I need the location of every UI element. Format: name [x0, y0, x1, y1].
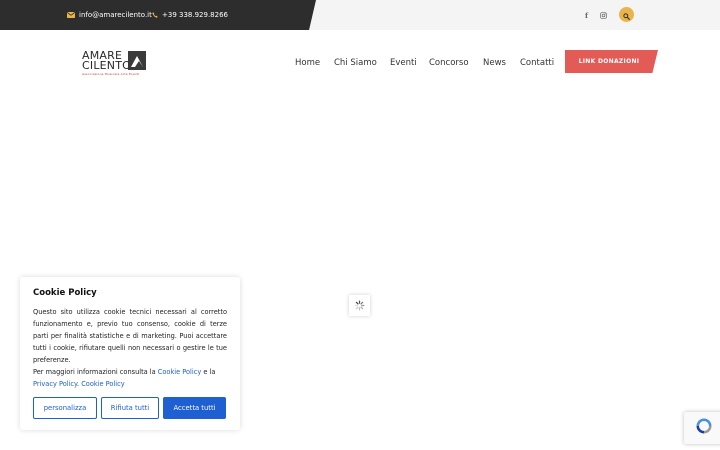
- spinner-icon: [354, 296, 365, 315]
- nav-item-contatti[interactable]: Contatti: [520, 55, 554, 71]
- cookie-links-and: e la: [203, 368, 216, 376]
- cookie-description: Questo sito utilizza cookie tecnici nece…: [33, 308, 227, 364]
- cookie-policy-link-2[interactable]: Cookie Policy: [81, 380, 124, 388]
- cookie-policy-link[interactable]: Cookie Policy: [158, 368, 201, 376]
- recaptcha-icon: [694, 416, 714, 440]
- customize-button[interactable]: personalizza: [33, 397, 97, 419]
- nav-item-chi-siamo[interactable]: Chi Siamo: [334, 55, 377, 71]
- search-button[interactable]: [619, 7, 634, 22]
- logo-mark-icon: [128, 51, 146, 70]
- cookie-banner: Cookie Policy Questo sito utilizza cooki…: [20, 277, 240, 430]
- cookie-links-prefix: Per maggiori informazioni consulta la: [33, 368, 156, 376]
- nav-item-home[interactable]: Home: [295, 55, 320, 71]
- phone-text: +39 338.929.8266: [162, 11, 228, 19]
- recaptcha-badge[interactable]: [684, 412, 720, 444]
- logo-line-2: CILENTO: [82, 59, 132, 72]
- cookie-links: Per maggiori informazioni consulta la Co…: [33, 368, 216, 388]
- donate-button[interactable]: LINK DONAZIONI: [565, 50, 658, 73]
- site-logo[interactable]: AMARE CILENTO Associazione Musicale Arte…: [82, 50, 148, 78]
- reject-all-button[interactable]: Rifiuta tutti: [101, 397, 159, 419]
- privacy-policy-link[interactable]: Privacy Policy: [33, 380, 77, 388]
- instagram-icon[interactable]: [600, 0, 607, 30]
- cookie-title: Cookie Policy: [33, 288, 97, 298]
- nav-item-news[interactable]: News: [483, 55, 506, 71]
- logo-subtitle: Associazione Musicale Arte Eventi: [82, 72, 140, 76]
- email-text: info@amarecilento.it: [79, 11, 152, 19]
- envelope-icon: [67, 12, 75, 18]
- phone-icon: [152, 12, 158, 18]
- search-icon: [623, 5, 630, 24]
- loading-spinner: [349, 295, 370, 316]
- email-link[interactable]: info@amarecilento.it: [67, 0, 152, 30]
- accept-all-button[interactable]: Accetta tutti: [163, 397, 226, 419]
- nav-item-concorso[interactable]: Concorso: [429, 55, 469, 71]
- phone-link[interactable]: +39 338.929.8266: [152, 0, 228, 30]
- nav-item-eventi[interactable]: Eventi: [390, 55, 417, 71]
- facebook-icon[interactable]: f: [585, 0, 588, 30]
- top-bar: info@amarecilento.it +39 338.929.8266 f: [0, 0, 720, 30]
